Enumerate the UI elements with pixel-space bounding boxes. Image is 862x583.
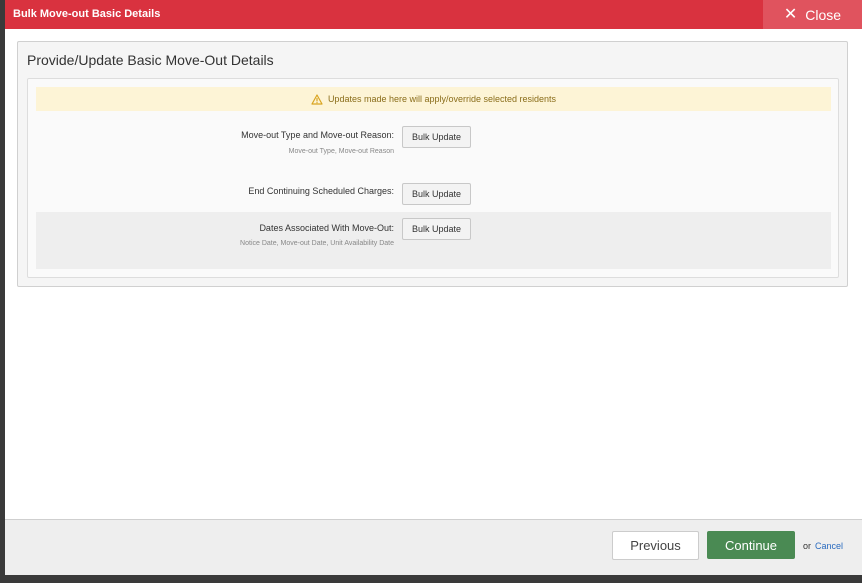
row-moveout-dates: Dates Associated With Move-Out: Notice D… — [36, 212, 831, 269]
row-label: Dates Associated With Move-Out: — [259, 223, 394, 233]
details-section: Updates made here will apply/override se… — [27, 78, 839, 278]
row-label: End Continuing Scheduled Charges: — [248, 186, 394, 196]
close-label: Close — [805, 6, 842, 23]
bulk-update-moveout-dates-button[interactable]: Bulk Update — [402, 218, 471, 240]
continue-button[interactable]: Continue — [707, 531, 795, 559]
bulk-moveout-modal: Bulk Move-out Basic Details ✕ Close Prov… — [5, 0, 862, 575]
bulk-update-scheduled-charges-button[interactable]: Bulk Update — [402, 183, 471, 205]
cancel-link[interactable]: Cancel — [815, 541, 843, 551]
modal-title: Bulk Move-out Basic Details — [13, 8, 161, 20]
row-sublabel: Notice Date, Move-out Date, Unit Availab… — [240, 240, 394, 247]
row-scheduled-charges: End Continuing Scheduled Charges: Bulk U… — [36, 179, 831, 211]
warning-icon — [311, 93, 323, 105]
warning-banner: Updates made here will apply/override se… — [36, 87, 831, 111]
title-bar: Bulk Move-out Basic Details ✕ Close — [5, 0, 862, 29]
panel-title: Provide/Update Basic Move-Out Details — [27, 52, 274, 68]
basic-details-panel: Provide/Update Basic Move-Out Details Up… — [17, 41, 848, 287]
warning-text: Updates made here will apply/override se… — [327, 94, 557, 104]
close-icon: ✕ — [783, 5, 798, 23]
close-button[interactable]: ✕ Close — [763, 0, 862, 29]
row-label: Move-out Type and Move-out Reason: — [241, 130, 394, 140]
row-sublabel: Move-out Type, Move-out Reason — [288, 148, 394, 155]
row-moveout-type: Move-out Type and Move-out Reason: Move-… — [36, 123, 831, 171]
previous-button[interactable]: Previous — [612, 531, 699, 560]
or-text: or — [803, 541, 812, 551]
bulk-update-moveout-type-button[interactable]: Bulk Update — [402, 126, 471, 148]
modal-footer: Previous Continue or Cancel — [5, 519, 862, 575]
